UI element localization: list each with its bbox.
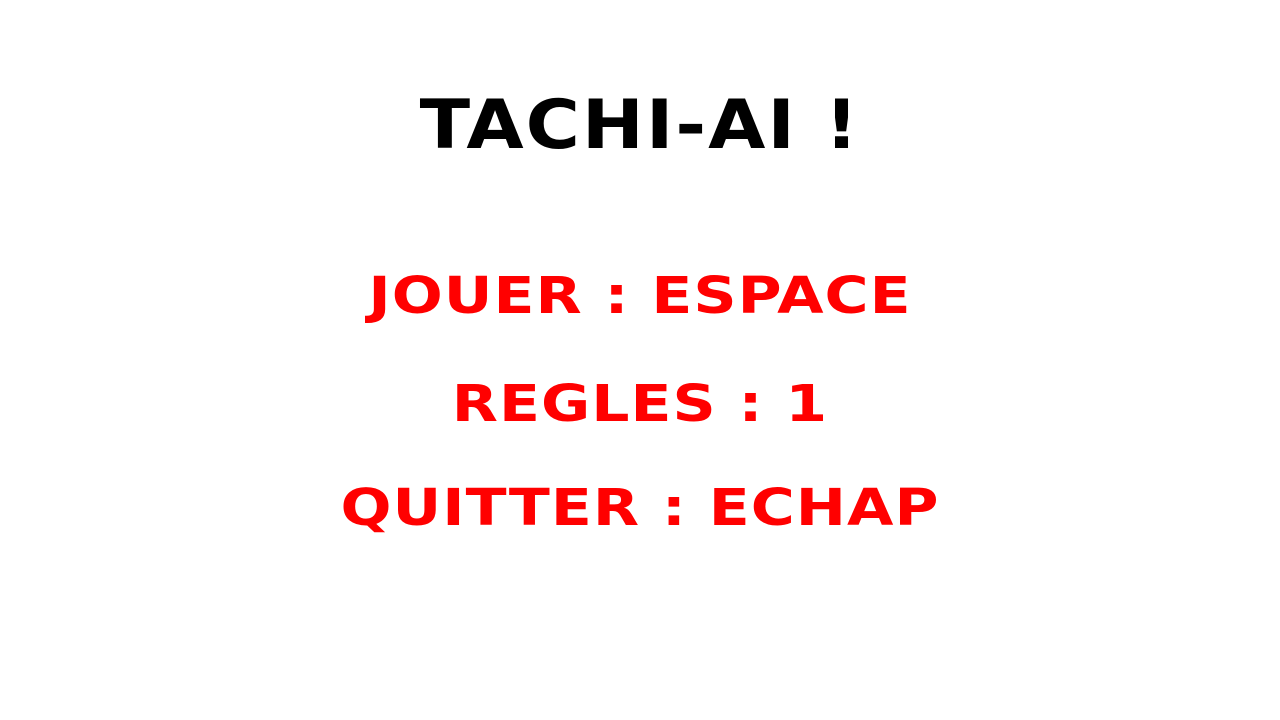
menu-item-quit[interactable]: QUITTER : ECHAP: [0, 483, 1280, 534]
title-screen: TACHI-AI ! JOUER : ESPACE REGLES : 1 QUI…: [0, 0, 1280, 720]
menu-item-rules[interactable]: REGLES : 1: [0, 379, 1280, 430]
game-title: TACHI-AI !: [419, 85, 861, 165]
menu-item-play[interactable]: JOUER : ESPACE: [0, 271, 1280, 322]
